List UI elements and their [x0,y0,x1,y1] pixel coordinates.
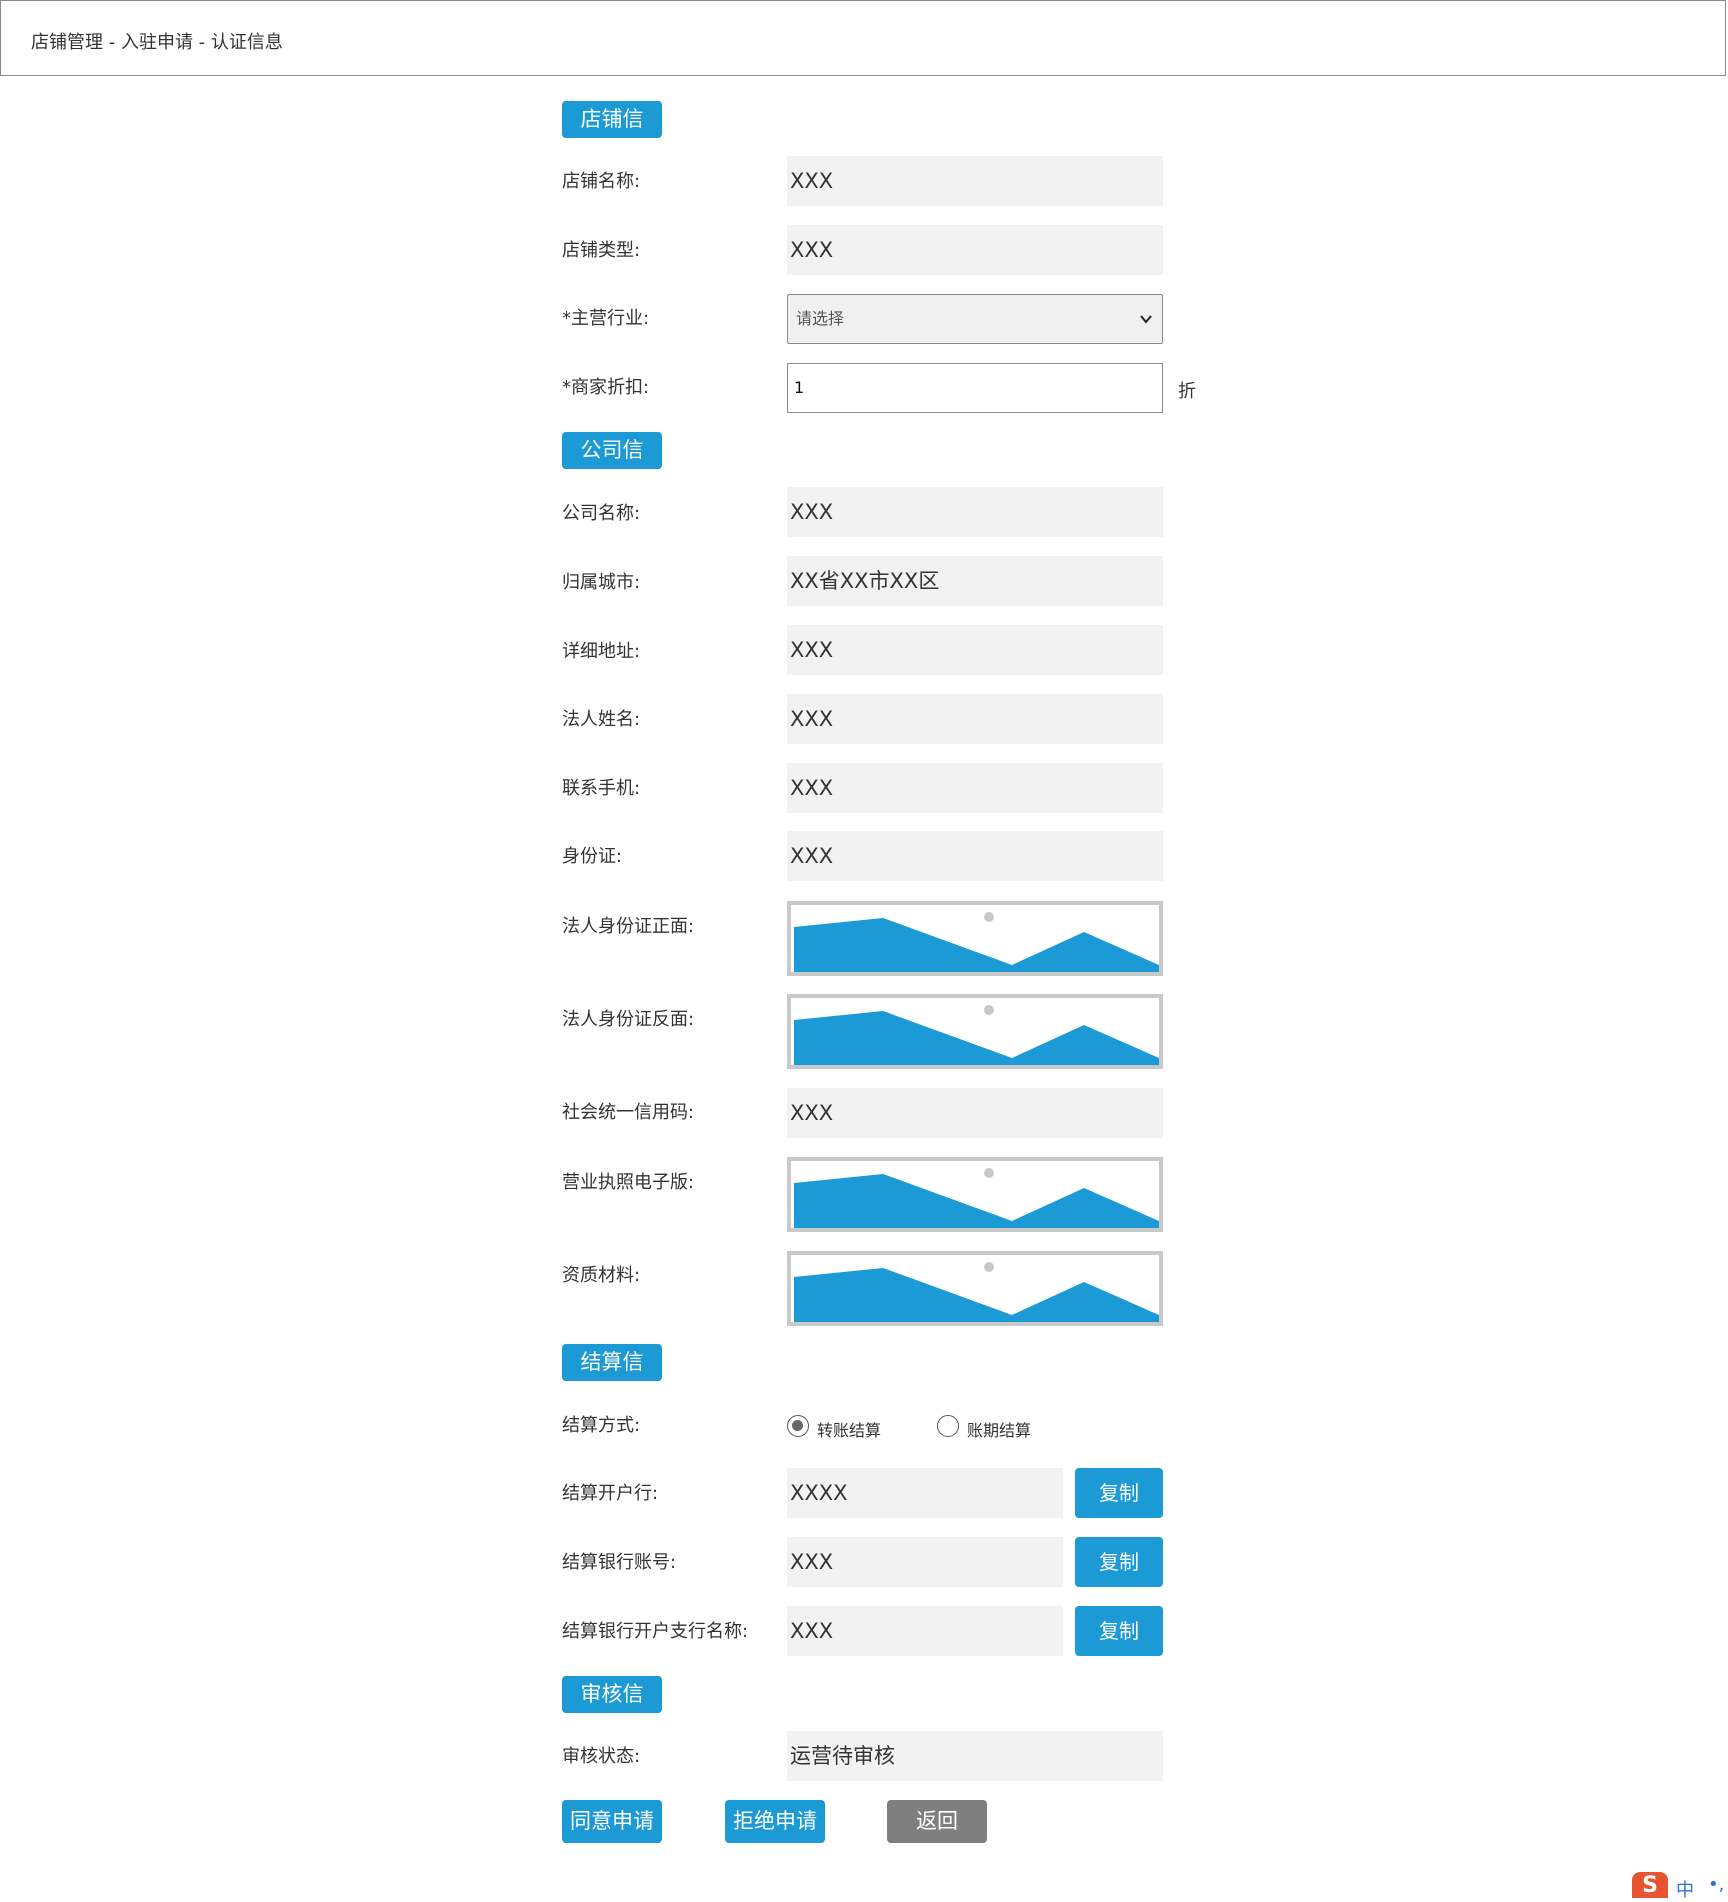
license-label: 营业执照电子版: [562,1172,695,1193]
address-label: 详细地址: [562,641,641,662]
branch-label: 结算银行开户支行名称: [562,1621,749,1642]
industry-select[interactable]: 请选择 [787,294,1163,344]
qualification-label: 资质材料: [562,1265,641,1286]
industry-selected-value: 请选择 [796,309,845,328]
id-value: XXX [787,831,1163,881]
legal-name-label: 法人姓名: [562,709,641,730]
ime-mode: 中 [1676,1880,1694,1901]
store-name-label: 店铺名称: [562,171,641,192]
license-image[interactable] [787,1157,1163,1232]
id-back-image[interactable] [787,994,1163,1069]
store-type-label: 店铺类型: [562,240,641,261]
city-value: XX省XX市XX区 [787,556,1163,606]
section-company-info: 公司信息 [562,432,662,499]
copy-bank-button[interactable]: 复制 [1075,1468,1163,1518]
id-back-label: 法人身份证反面: [562,1009,695,1030]
qualification-image[interactable] [787,1251,1163,1326]
id-label: 身份证: [562,846,623,867]
ime-logo: S [1632,1872,1668,1898]
company-name-value: XXX [787,487,1163,537]
bank-value: XXXX [787,1468,1063,1518]
back-button[interactable]: 返回 [887,1800,987,1843]
city-label: 归属城市: [562,572,641,593]
credit-code-label: 社会统一信用码: [562,1102,695,1123]
radio-period[interactable] [937,1415,959,1437]
image-placeholder-icon [794,912,1159,972]
company-name-label: 公司名称: [562,503,641,524]
approve-button[interactable]: 同意申请 [562,1800,662,1843]
section-store-info: 店铺信息 [562,101,662,168]
breadcrumb-text: 店铺管理 - 入驻申请 - 认证信息 [31,32,283,53]
phone-value: XXX [787,763,1163,813]
account-value: XXX [787,1537,1063,1587]
discount-input[interactable]: 1 [787,363,1163,413]
section-settlement-info: 结算信息 [562,1344,662,1411]
reject-button[interactable]: 拒绝申请 [725,1800,825,1843]
image-placeholder-icon [794,1262,1159,1322]
settlement-method-label: 结算方式: [562,1415,641,1436]
copy-branch-button[interactable]: 复制 [1075,1606,1163,1656]
radio-period-label[interactable]: 账期结算 [967,1417,1031,1441]
chevron-down-icon [1140,295,1152,363]
phone-label: 联系手机: [562,778,641,799]
image-placeholder-icon [794,1005,1159,1065]
ime-dots: •, [1708,1874,1725,1895]
review-status-value: 运营待审核 [787,1731,1163,1781]
radio-transfer-label[interactable]: 转账结算 [817,1417,881,1441]
branch-value: XXX [787,1606,1063,1656]
store-name-value: XXX [787,156,1163,206]
sogou-ime-icon[interactable]: S 中 •, [1632,1868,1728,1901]
account-label: 结算银行账号: [562,1552,677,1573]
credit-code-value: XXX [787,1088,1163,1138]
copy-account-button[interactable]: 复制 [1075,1537,1163,1587]
radio-transfer[interactable] [787,1415,809,1437]
review-status-label: 审核状态: [562,1746,641,1767]
industry-label: *主营行业: [562,308,650,329]
id-front-label: 法人身份证正面: [562,916,695,937]
id-front-image[interactable] [787,901,1163,976]
section-review-info: 审核信息 [562,1676,662,1743]
image-placeholder-icon [794,1168,1159,1228]
bank-label: 结算开户行: [562,1483,659,1504]
address-value: XXX [787,625,1163,675]
discount-unit: 折 [1178,381,1196,402]
store-type-value: XXX [787,225,1163,275]
discount-label: *商家折扣: [562,377,650,398]
breadcrumb: 店铺管理 - 入驻申请 - 认证信息 [0,0,1726,76]
legal-name-value: XXX [787,694,1163,744]
